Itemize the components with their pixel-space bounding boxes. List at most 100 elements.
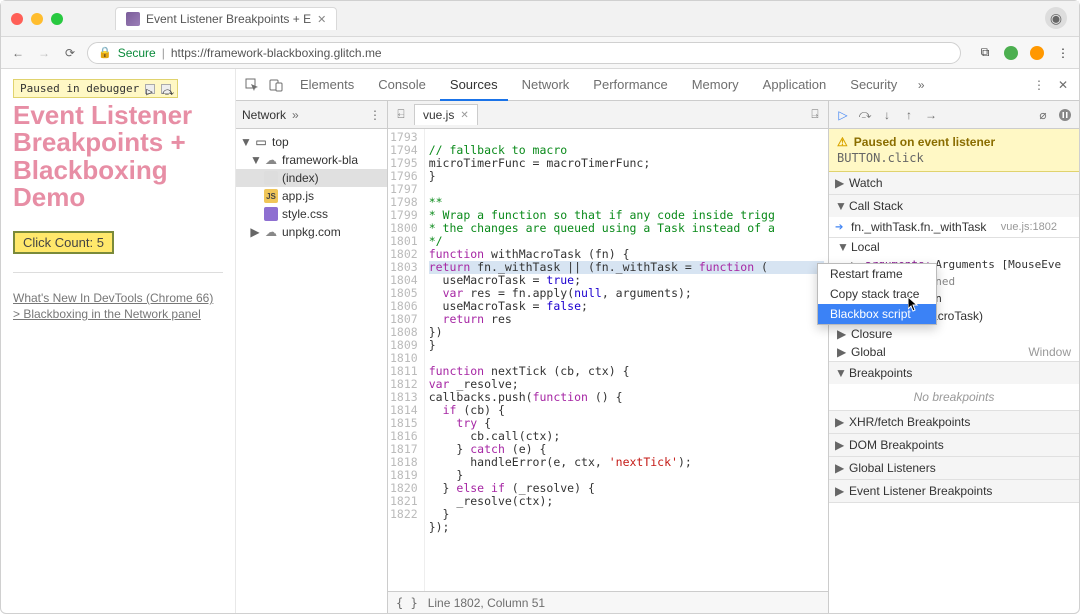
favicon-icon — [126, 12, 140, 26]
profile-avatar[interactable]: ◉ — [1045, 7, 1067, 29]
traffic-lights — [11, 13, 63, 25]
file-tree: ▼▭top ▼☁framework-bla (index) JSapp.js s… — [236, 129, 387, 245]
navigator-head: Network » ⋮ — [236, 101, 387, 129]
close-tab-icon[interactable]: ✕ — [317, 13, 326, 26]
tab-performance[interactable]: Performance — [583, 69, 677, 101]
code-text: // fallback to macro microTimerFunc = ma… — [425, 129, 828, 591]
paused-badge-text: Paused in debugger — [20, 82, 139, 95]
deactivate-bp-button[interactable]: ⌀ — [1035, 107, 1051, 123]
scope-closure-2[interactable]: ▶Closure — [829, 325, 1079, 343]
section-callstack[interactable]: ▼Call Stack — [829, 195, 1079, 217]
more-tabs-icon[interactable]: » — [911, 75, 931, 95]
window-titlebar: Event Listener Breakpoints + E ✕ ◉ — [1, 1, 1079, 37]
address-bar: ← → ⟳ 🔒 Secure | https://framework-black… — [1, 37, 1079, 69]
maximize-window-button[interactable] — [51, 13, 63, 25]
context-menu: Restart frame Copy stack trace Blackbox … — [817, 263, 937, 325]
page-content: Paused in debugger ▷ ⤼ Event Listener Br… — [1, 69, 236, 613]
tree-index[interactable]: (index) — [236, 169, 387, 187]
pause-exceptions-button[interactable] — [1057, 107, 1073, 123]
section-event-listener[interactable]: ▶Event Listener Breakpoints — [829, 480, 1079, 502]
tab-security[interactable]: Security — [840, 69, 907, 101]
minimize-window-button[interactable] — [31, 13, 43, 25]
tab-application[interactable]: Application — [753, 69, 837, 101]
close-window-button[interactable] — [11, 13, 23, 25]
section-dom[interactable]: ▶DOM Breakpoints — [829, 434, 1079, 456]
section-watch[interactable]: ▶Watch — [829, 172, 1079, 194]
editor-tabs: ⍇ vue.js ✕ ⍈ — [388, 101, 828, 129]
ext-icon-2[interactable] — [1003, 45, 1019, 61]
navigator-pane: Network » ⋮ ▼▭top ▼☁framework-bla (index… — [236, 101, 388, 613]
debugger-toolbar: ▷ ⤼ ↓ ↑ → ⌀ — [829, 101, 1079, 129]
close-file-icon[interactable]: ✕ — [460, 110, 468, 121]
editor-file-tab[interactable]: vue.js ✕ — [414, 104, 478, 125]
tree-style-css[interactable]: style.css — [236, 205, 387, 223]
url-text: https://framework-blackboxing.glitch.me — [171, 46, 382, 60]
editor-file-name: vue.js — [423, 108, 454, 122]
step-into-button[interactable]: ↓ — [879, 107, 895, 123]
tab-network[interactable]: Network — [512, 69, 580, 101]
navigator-more-tabs-icon[interactable]: » — [292, 108, 299, 122]
ctx-restart-frame[interactable]: Restart frame — [818, 264, 936, 284]
paused-title: Paused on event listener — [837, 135, 1071, 149]
scope-local[interactable]: ▼Local — [829, 238, 1079, 256]
scope-global[interactable]: ▶GlobalWindow — [829, 343, 1079, 361]
menu-icon[interactable]: ⋮ — [1055, 45, 1071, 61]
show-nav-icon[interactable]: ⍇ — [392, 106, 410, 124]
browser-tab[interactable]: Event Listener Breakpoints + E ✕ — [115, 7, 337, 30]
editor-status: { } Line 1802, Column 51 — [388, 591, 828, 613]
code-area[interactable]: 1793179417951796179717981799180018011802… — [388, 129, 828, 591]
debugger-pane: ▷ ⤼ ↓ ↑ → ⌀ Paused on event listener BUT… — [829, 101, 1079, 613]
navigator-tab[interactable]: Network — [242, 108, 286, 122]
tree-domain[interactable]: ▼☁framework-bla — [236, 151, 387, 169]
cursor-icon — [908, 297, 920, 313]
url-field[interactable]: 🔒 Secure | https://framework-blackboxing… — [87, 42, 961, 64]
tree-app-js[interactable]: JSapp.js — [236, 187, 387, 205]
secure-label: Secure — [118, 46, 156, 60]
tab-elements[interactable]: Elements — [290, 69, 364, 101]
step-button[interactable]: → — [923, 107, 939, 123]
back-button[interactable]: ← — [9, 44, 27, 62]
paused-sub: BUTTON.click — [837, 151, 1071, 165]
devtools-tabs: Elements Console Sources Network Perform… — [236, 69, 1079, 101]
resume-icon[interactable]: ▷ — [145, 84, 155, 94]
section-xhr[interactable]: ▶XHR/fetch Breakpoints — [829, 411, 1079, 433]
stack-frame[interactable]: fn._withTask.fn._withTask vue.js:1802 — [829, 217, 1079, 237]
paused-message: Paused on event listener BUTTON.click — [829, 129, 1079, 172]
forward-button[interactable]: → — [35, 44, 53, 62]
step-out-button[interactable]: ↑ — [901, 107, 917, 123]
tree-top[interactable]: ▼▭top — [236, 133, 387, 151]
tab-console[interactable]: Console — [368, 69, 436, 101]
editor-pane: ⍇ vue.js ✕ ⍈ 179317941795179617971798179… — [388, 101, 829, 613]
click-count-button[interactable]: Click Count: 5 — [13, 231, 114, 254]
extension-icons: ⧉ ⋮ — [977, 45, 1071, 61]
section-global-listeners[interactable]: ▶Global Listeners — [829, 457, 1079, 479]
reload-button[interactable]: ⟳ — [61, 44, 79, 62]
step-icon[interactable]: ⤼ — [161, 84, 171, 94]
step-over-button[interactable]: ⤼ — [857, 107, 873, 123]
tree-unpkg[interactable]: ▶☁unpkg.com — [236, 223, 387, 241]
ext-icon-1[interactable]: ⧉ — [977, 45, 993, 61]
inspect-icon[interactable] — [242, 75, 262, 95]
device-icon[interactable] — [266, 75, 286, 95]
page-title: Event Listener Breakpoints + Blackboxing… — [13, 102, 223, 211]
tab-title: Event Listener Breakpoints + E — [146, 12, 311, 26]
tab-memory[interactable]: Memory — [682, 69, 749, 101]
page-link[interactable]: What's New In DevTools (Chrome 66) > Bla… — [13, 291, 223, 322]
stack-frame-name: fn._withTask.fn._withTask — [851, 220, 986, 234]
section-breakpoints[interactable]: ▼Breakpoints — [829, 362, 1079, 384]
devtools-close-icon[interactable]: ✕ — [1053, 75, 1073, 95]
paused-badge: Paused in debugger ▷ ⤼ — [13, 79, 178, 98]
resume-button[interactable]: ▷ — [835, 107, 851, 123]
cursor-position: Line 1802, Column 51 — [428, 596, 545, 610]
devtools-menu-icon[interactable]: ⋮ — [1029, 75, 1049, 95]
devtools: Elements Console Sources Network Perform… — [236, 69, 1079, 613]
show-debug-icon[interactable]: ⍈ — [806, 106, 824, 124]
no-breakpoints: No breakpoints — [829, 384, 1079, 410]
braces-icon[interactable]: { } — [396, 596, 418, 610]
stack-frame-loc: vue.js:1802 — [1001, 221, 1057, 233]
lock-icon: 🔒 — [98, 46, 112, 59]
line-gutter: 1793179417951796179717981799180018011802… — [388, 129, 425, 591]
ext-icon-3[interactable] — [1029, 45, 1045, 61]
navigator-menu-icon[interactable]: ⋮ — [369, 108, 381, 122]
tab-sources[interactable]: Sources — [440, 69, 508, 101]
